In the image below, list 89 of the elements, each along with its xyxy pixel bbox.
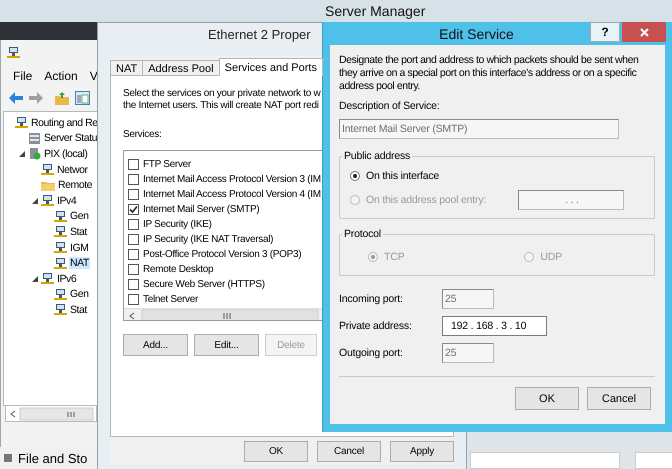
dialog-title: Edit Service bbox=[438, 26, 515, 42]
router-icon bbox=[54, 210, 67, 223]
dialog-button[interactable]: Cancel bbox=[317, 441, 381, 462]
section-title: File and Sto bbox=[18, 450, 88, 466]
close-icon bbox=[640, 28, 648, 36]
tree-item[interactable]: Stat bbox=[69, 226, 88, 238]
expanded-arrow-icon[interactable] bbox=[32, 198, 38, 204]
router-icon bbox=[54, 303, 67, 316]
service-label[interactable]: Internet Mail Server (SMTP) bbox=[143, 204, 260, 215]
router-icon bbox=[54, 225, 67, 238]
tree-item[interactable]: NAT bbox=[69, 257, 90, 270]
tree-item[interactable]: IGM bbox=[69, 242, 90, 254]
checkbox[interactable] bbox=[128, 249, 139, 260]
back-arrow-icon[interactable] bbox=[9, 92, 23, 104]
service-label[interactable]: Internet Mail Access Protocol Version 3 (IM bbox=[143, 174, 321, 185]
checkbox[interactable] bbox=[128, 174, 139, 185]
dialog-button[interactable]: Apply bbox=[390, 441, 454, 462]
radio-button[interactable] bbox=[350, 171, 360, 181]
router-icon bbox=[54, 241, 67, 254]
router-icon bbox=[41, 194, 54, 208]
instruction-text: the Internet users. This will create NAT port redi bbox=[123, 100, 319, 112]
check-icon bbox=[129, 205, 138, 214]
tree-item[interactable]: Gen bbox=[69, 210, 90, 222]
field-label: Description of Service: bbox=[339, 100, 440, 112]
dialog-button[interactable]: Cancel bbox=[587, 387, 651, 410]
console-icon[interactable] bbox=[75, 91, 90, 105]
tree-item[interactable]: Remote bbox=[57, 179, 94, 192]
field-label: Incoming port: bbox=[339, 293, 404, 305]
tree-item[interactable]: Gen bbox=[69, 288, 90, 300]
address-field[interactable]: 192 . 168 . 3 . 10 bbox=[442, 316, 547, 336]
tree-item[interactable]: IPv6 bbox=[56, 272, 78, 285]
checkbox[interactable] bbox=[128, 294, 139, 305]
tab[interactable]: Services and Ports bbox=[218, 58, 323, 76]
router-icon bbox=[15, 116, 28, 130]
checkbox[interactable] bbox=[128, 159, 139, 170]
input-field[interactable]: Internet Mail Server (SMTP) bbox=[339, 119, 619, 139]
service-label[interactable]: Secure Web Server (HTTPS) bbox=[143, 279, 265, 290]
checkbox[interactable] bbox=[128, 279, 139, 290]
tree-item[interactable]: PIX (local) bbox=[43, 148, 88, 160]
checkbox[interactable] bbox=[128, 189, 139, 200]
server-icon bbox=[28, 147, 41, 160]
tab[interactable]: NAT bbox=[110, 60, 144, 75]
menu-item[interactable]: Action bbox=[44, 69, 78, 83]
dialog-button[interactable]: OK bbox=[515, 387, 579, 410]
help-button[interactable]: ? bbox=[590, 22, 620, 42]
checkbox[interactable] bbox=[128, 219, 139, 230]
radio-label[interactable]: On this interface bbox=[366, 170, 440, 182]
folder-up-icon[interactable] bbox=[55, 92, 69, 104]
router-icon bbox=[41, 272, 54, 286]
window-title: Ethernet 2 Proper bbox=[208, 26, 311, 42]
service-label[interactable]: IP Security (IKE) bbox=[143, 219, 212, 230]
instruction-text: Select the services on your private network to w bbox=[123, 88, 320, 100]
tree-item[interactable]: Routing and Re bbox=[30, 116, 97, 129]
server-icon bbox=[28, 132, 41, 145]
tree-item[interactable]: IPv4 bbox=[56, 194, 78, 207]
checkbox[interactable] bbox=[128, 204, 139, 215]
action-button[interactable]: Add... bbox=[123, 334, 188, 356]
address-field[interactable]: . . . bbox=[518, 190, 624, 210]
group-label: Public address bbox=[343, 150, 412, 162]
expanded-arrow-icon[interactable] bbox=[18, 150, 24, 157]
service-label[interactable]: IP Security (IKE NAT Traversal) bbox=[143, 234, 274, 245]
service-label[interactable]: Internet Mail Access Protocol Version 4 (IM bbox=[143, 189, 321, 200]
instruction-text: Designate the port and address to which packets should be sent when they arrive on a special port on this interface's address or on a specific address pool entry. bbox=[339, 54, 640, 93]
tree-item[interactable]: Stat bbox=[69, 304, 88, 316]
router-icon bbox=[54, 288, 67, 301]
service-label[interactable]: Remote Desktop bbox=[143, 264, 214, 275]
action-button[interactable]: Edit... bbox=[194, 334, 259, 356]
menu-item[interactable]: File bbox=[13, 69, 32, 83]
group-label: Protocol bbox=[343, 228, 382, 240]
menu-item[interactable]: V bbox=[90, 69, 98, 83]
tree-item[interactable]: Networ bbox=[56, 164, 89, 176]
checkbox[interactable] bbox=[128, 234, 139, 245]
tree-item[interactable]: Server Statu bbox=[43, 132, 97, 144]
field-label: Private address: bbox=[339, 320, 413, 332]
service-label[interactable]: Telnet Server bbox=[143, 294, 198, 305]
dialog-button[interactable]: OK bbox=[244, 441, 308, 462]
field-label: Outgoing port: bbox=[339, 347, 404, 359]
checkbox[interactable] bbox=[128, 264, 139, 275]
router-icon bbox=[54, 256, 67, 270]
router-icon bbox=[41, 163, 54, 176]
service-label[interactable]: Post-Office Protocol Version 3 (POP3) bbox=[143, 249, 302, 260]
close-button[interactable] bbox=[622, 22, 666, 42]
tab[interactable]: Address Pool bbox=[142, 60, 220, 75]
router-icon bbox=[7, 46, 20, 59]
service-label[interactable]: FTP Server bbox=[143, 159, 191, 170]
window-title: Server Manager bbox=[0, 0, 672, 22]
tile-panel bbox=[635, 452, 672, 469]
expanded-arrow-icon[interactable] bbox=[32, 276, 38, 282]
tile-icon bbox=[4, 454, 12, 462]
